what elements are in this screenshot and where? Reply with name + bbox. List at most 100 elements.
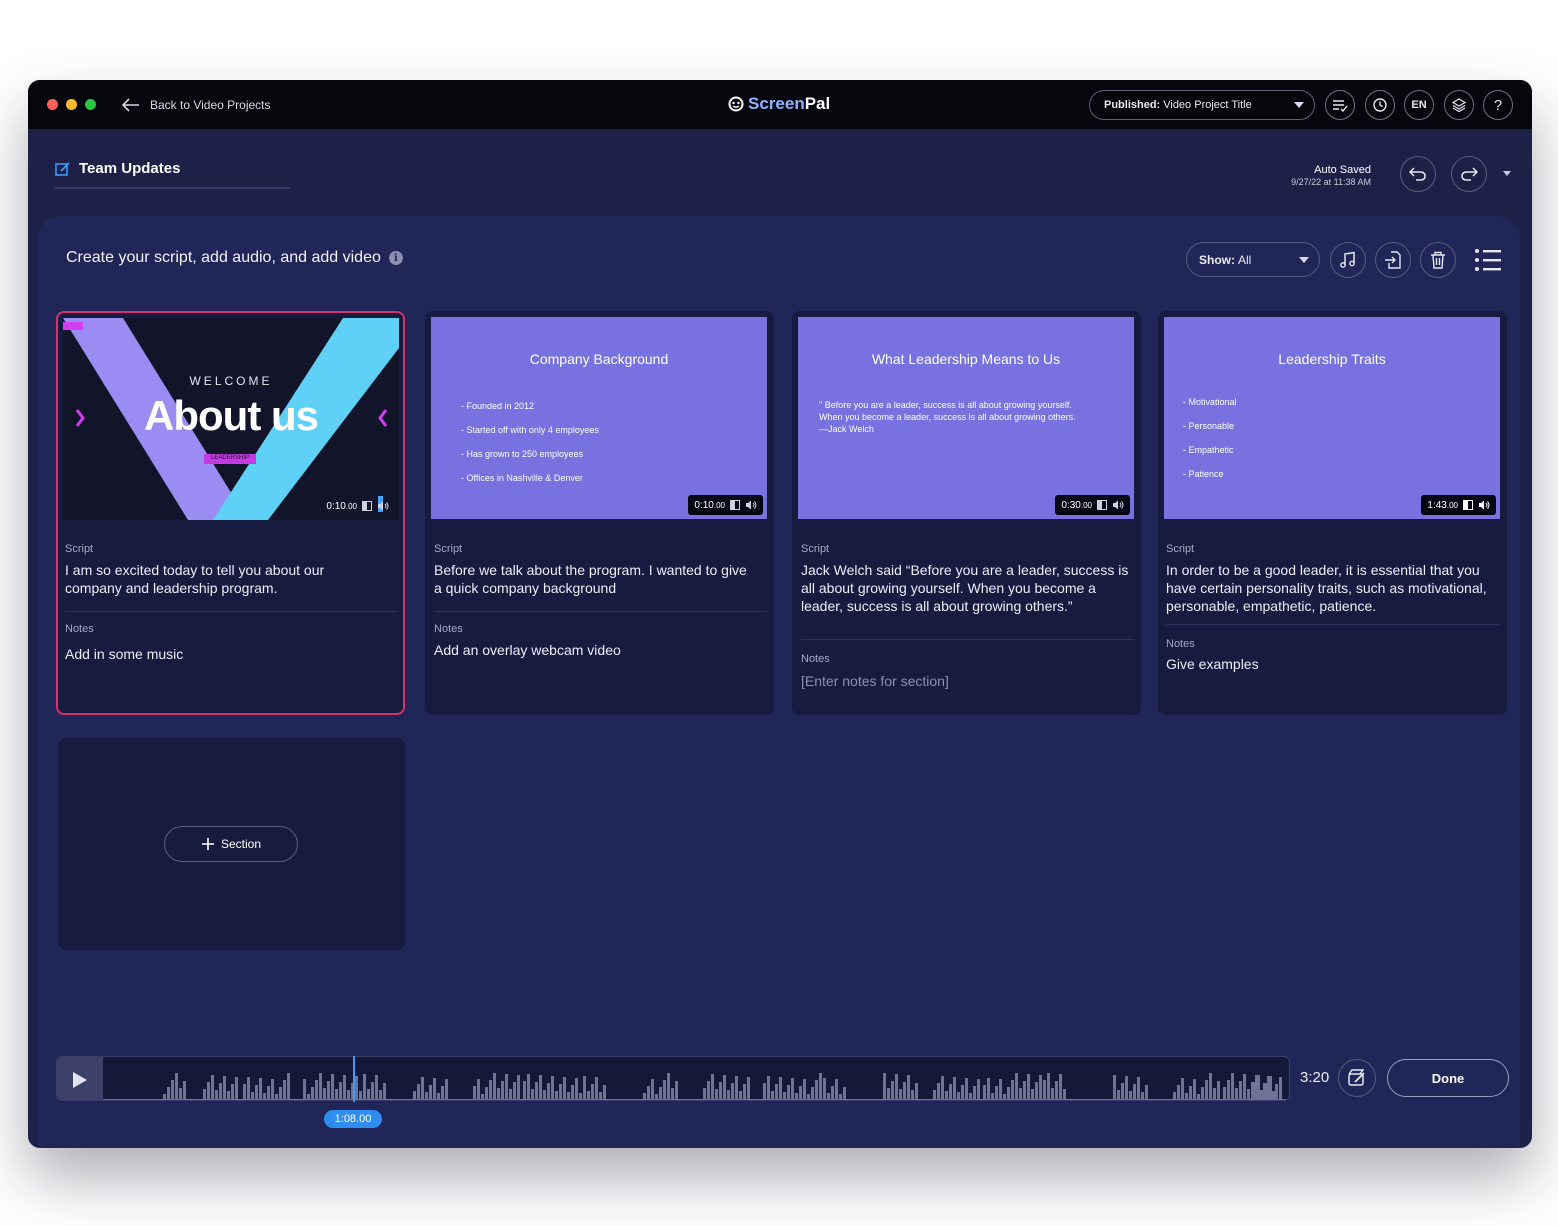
waveform-bar [763,1083,766,1100]
waveform-bar [703,1088,706,1100]
waveform-bar [379,1090,382,1100]
script-text[interactable]: Before we talk about the program. I want… [434,561,754,597]
waveform-bar [255,1085,258,1100]
playhead[interactable] [353,1056,355,1102]
section-card-1[interactable]: WELCOME About us LEADERSHIP 0:10.00 Scri… [56,311,405,715]
script-text[interactable]: In order to be a good leader, it is esse… [1166,561,1496,615]
sound-icon [746,500,757,510]
waveform-bar [1035,1082,1038,1100]
list-view-button[interactable] [1474,248,1502,272]
waveform-bar [1055,1081,1058,1100]
chevron-down-icon [1299,257,1309,263]
waveform-bar [1205,1080,1208,1100]
waveform-bar [363,1074,366,1100]
waveform-bar [957,1092,960,1100]
slide-bullet: - Founded in 2012 [461,401,535,411]
notes-text[interactable]: Add an overlay webcam video [434,641,754,659]
section-card-3[interactable]: What Leadership Means to Us " Before you… [792,311,1141,715]
waveform-bar [497,1088,500,1100]
info-icon[interactable]: i [388,251,403,265]
edit-video-button[interactable] [1338,1059,1376,1097]
waveform-bar [303,1079,306,1100]
slide-bullet: - Empathetic [1183,445,1234,455]
waveform-bar [1015,1073,1018,1100]
panel-heading: Create your script, add audio, and add v… [66,249,403,267]
section-card-4[interactable]: Leadership Traits - Motivational - Perso… [1158,311,1507,715]
waveform-bar [663,1080,666,1100]
maximize-window-button[interactable] [85,99,96,110]
logo-text-b: Pal [804,94,831,113]
waveform-bar [907,1075,910,1100]
duration-badge[interactable]: 1:43.00 [1421,495,1496,515]
notes-text[interactable]: Add in some music [65,645,385,663]
section-thumbnail[interactable]: Company Background - Founded in 2012 - S… [431,317,767,519]
help-button[interactable]: ? [1483,90,1513,120]
waveform-baseline [103,1099,1289,1100]
language-button[interactable]: EN [1404,90,1434,120]
waveform-bar [1213,1088,1216,1100]
script-label: Script [1166,543,1195,555]
section-thumbnail[interactable]: WELCOME About us LEADERSHIP 0:10.00 [63,318,399,520]
slide-bullet: - Offices in Nashville & Denver [461,473,583,483]
duration-badge[interactable]: 0:10.00 [320,496,395,516]
screenpal-logo: Screen Pal [728,94,830,114]
waveform-bar [485,1087,488,1100]
redo-button[interactable] [1451,156,1487,192]
publish-status-dropdown[interactable]: Published: Video Project Title [1089,90,1315,120]
duration-badge[interactable]: 0:30.00 [1055,495,1130,515]
add-section-button[interactable]: Section [164,826,298,862]
done-button[interactable]: Done [1387,1059,1509,1097]
waveform-bar [999,1079,1002,1100]
add-music-button[interactable] [1330,242,1366,278]
history-button[interactable] [1365,90,1395,120]
waveform-bar [715,1089,718,1100]
waveform-bar [1125,1076,1128,1100]
timeline[interactable] [56,1056,1290,1101]
waveform-bar [271,1079,274,1100]
waveform-bar [359,1091,362,1100]
play-button[interactable] [57,1057,103,1100]
waveform-bar [203,1089,206,1100]
waveform-bar [1007,1087,1010,1100]
waveform-bar [1247,1089,1250,1100]
waveform-bar [1181,1078,1184,1100]
delete-button[interactable] [1420,242,1456,278]
tool-icon [362,501,372,511]
section-card-2[interactable]: Company Background - Founded in 2012 - S… [425,311,774,715]
waveform-bar [167,1087,170,1100]
project-title[interactable]: Team Updates [55,160,180,177]
duration-text: 1:43.00 [1427,499,1458,511]
waveform-bar [595,1077,598,1100]
redo-icon [1461,167,1478,181]
duration-badge[interactable]: 0:10.00 [688,495,763,515]
waveform-bar [171,1080,174,1100]
layers-button[interactable] [1444,90,1474,120]
script-text[interactable]: Jack Welch said “Before you are a leader… [801,561,1131,615]
waveform-bar [961,1085,964,1100]
waveform-bar [739,1091,742,1100]
notes-text[interactable]: [Enter notes for section] [801,672,1121,690]
script-text[interactable]: I am so excited today to tell you about … [65,561,365,597]
publish-prefix: Published: [1104,99,1161,111]
more-options-chevron-icon[interactable] [1503,171,1511,176]
waveform-bar [1019,1088,1022,1100]
section-thumbnail[interactable]: What Leadership Means to Us " Before you… [798,317,1134,519]
waveform-bar [323,1088,326,1100]
show-filter-dropdown[interactable]: Show: All [1186,242,1320,277]
minimize-window-button[interactable] [66,99,77,110]
section-thumbnail[interactable]: Leadership Traits - Motivational - Perso… [1164,317,1500,519]
import-button[interactable] [1375,242,1411,278]
waveform-bar [563,1077,566,1100]
script-label: Script [65,543,94,555]
waveform-bar [1265,1083,1268,1100]
waveform-bar [219,1083,222,1100]
waveform-bar [1253,1082,1256,1100]
back-to-projects-link[interactable]: Back to Video Projects [122,95,271,115]
close-window-button[interactable] [47,99,58,110]
waveform-bar [543,1090,546,1100]
captions-button[interactable] [1325,90,1355,120]
tool-icon [1348,1069,1365,1086]
title-bar: Back to Video Projects Screen Pal Publish… [28,80,1532,129]
notes-text[interactable]: Give examples [1166,655,1486,673]
undo-button[interactable] [1400,156,1436,192]
